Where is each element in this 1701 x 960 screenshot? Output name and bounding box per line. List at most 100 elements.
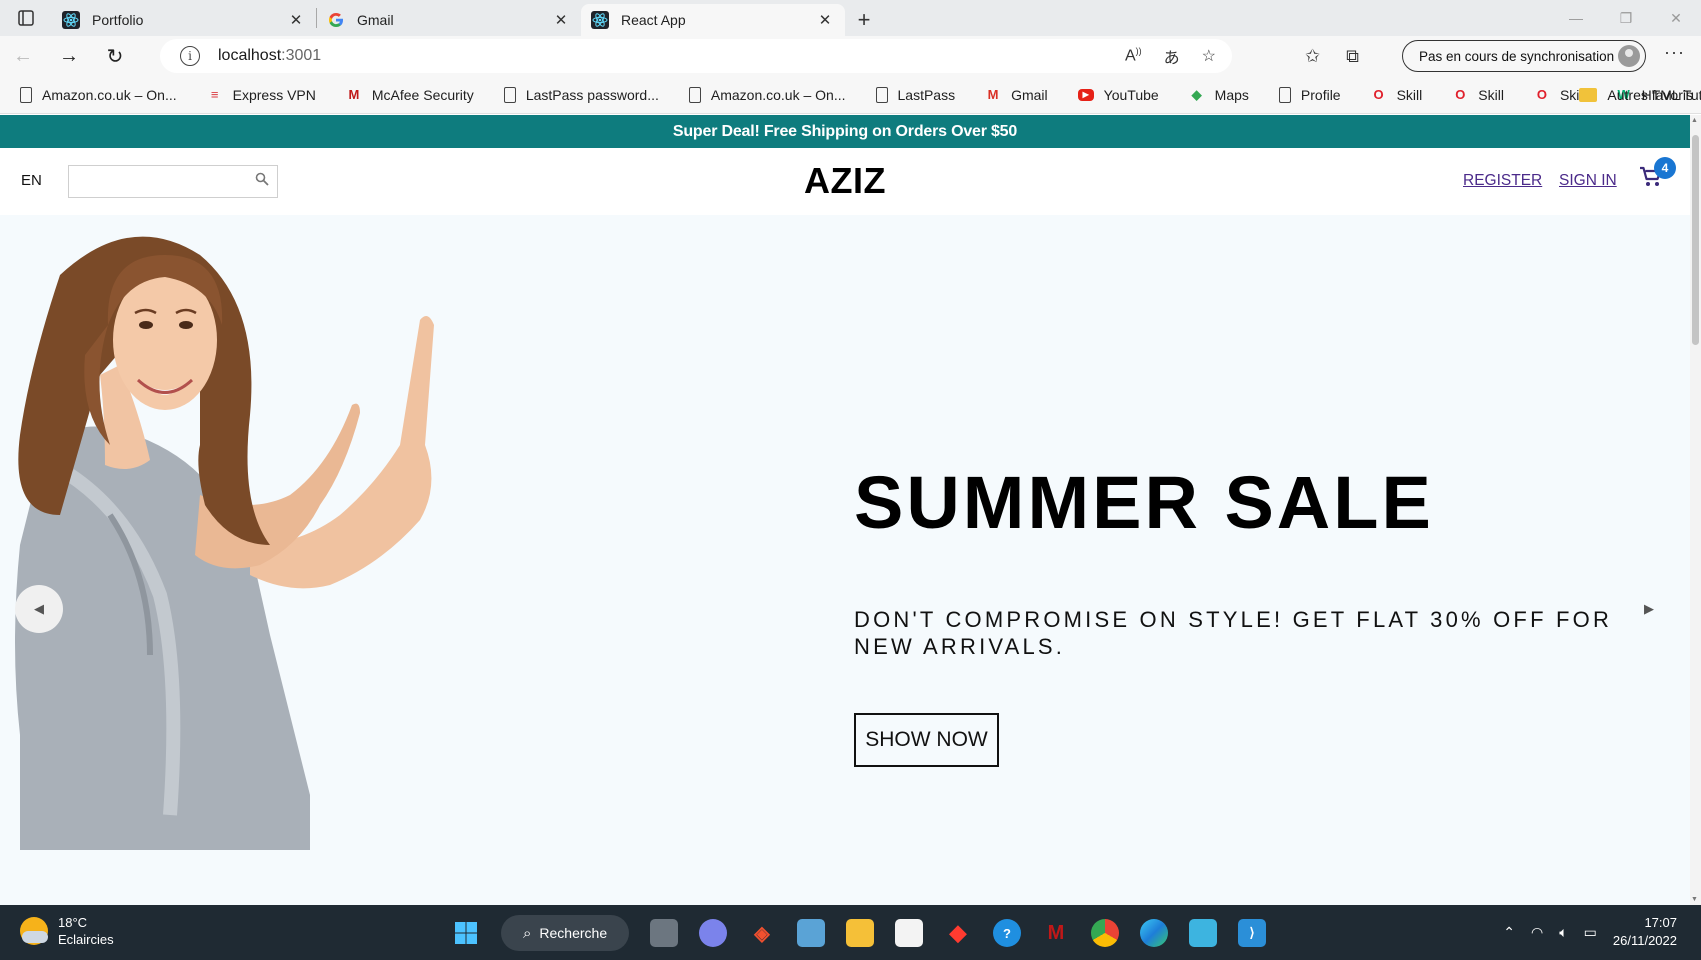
volume-icon[interactable]: 🔈︎: [1559, 924, 1567, 941]
system-tray: ⌃ ◠ 🔈︎ ▭ 17:07 26/11/2022: [1503, 914, 1677, 950]
mcafee-icon[interactable]: M: [1042, 919, 1070, 947]
add-favorite-icon[interactable]: ☆: [1202, 46, 1216, 66]
scroll-up-icon[interactable]: ▲: [1691, 117, 1698, 124]
settings-more-icon[interactable]: ···: [1664, 42, 1685, 63]
address-bar[interactable]: i localhost:3001 A)) あ ☆: [160, 39, 1232, 73]
show-now-button[interactable]: SHOW NOW: [854, 713, 999, 767]
page-icon: [20, 86, 32, 103]
bookmark-item[interactable]: O Skill: [1432, 76, 1514, 114]
notepad-icon[interactable]: [1189, 919, 1217, 947]
bookmark-item[interactable]: M Gmail: [965, 76, 1058, 114]
tab-title: Gmail: [357, 12, 394, 28]
close-tab-icon[interactable]: ✕: [551, 11, 571, 29]
scrollbar-thumb[interactable]: [1692, 135, 1699, 345]
edge-icon[interactable]: [1140, 919, 1168, 947]
skill-icon: O: [1455, 87, 1466, 102]
battery-icon[interactable]: ▭: [1584, 924, 1597, 941]
scroll-down-icon[interactable]: ▼: [1691, 896, 1698, 903]
close-tab-icon[interactable]: ✕: [286, 11, 306, 29]
chrome-icon[interactable]: [1091, 919, 1119, 947]
tab-actions-button[interactable]: [0, 0, 52, 36]
register-link[interactable]: REGISTER: [1463, 172, 1542, 190]
bookmark-item[interactable]: Amazon.co.uk – On...: [669, 76, 856, 114]
hero-title: SUMMER SALE: [854, 461, 1434, 544]
other-favorites-folder[interactable]: Autres favoris: [1579, 76, 1693, 114]
tray-overflow-icon[interactable]: ⌃: [1503, 924, 1515, 941]
teams-chat-icon[interactable]: [699, 919, 727, 947]
signin-link[interactable]: SIGN IN: [1559, 172, 1617, 190]
back-arrow-icon: ←: [13, 44, 33, 67]
read-aloud-icon[interactable]: A)): [1125, 46, 1142, 65]
restore-icon[interactable]: ❐: [1601, 0, 1651, 36]
page-icon: [503, 86, 516, 103]
clock[interactable]: 17:07 26/11/2022: [1613, 914, 1677, 950]
back-button[interactable]: ←: [0, 38, 46, 74]
page-icon: [1278, 86, 1291, 103]
collections-icon[interactable]: ⧉: [1346, 46, 1359, 67]
language-selector[interactable]: EN: [21, 172, 42, 189]
window-controls: — ❐ ✕: [1551, 0, 1701, 36]
weather-widget[interactable]: 18°C Eclaircies: [20, 914, 114, 948]
vscode-icon[interactable]: ⟩: [1238, 919, 1266, 947]
bookmark-item[interactable]: ▶ YouTube: [1058, 76, 1169, 114]
cart-count-badge: 4: [1654, 157, 1676, 179]
bookmark-item[interactable]: ◆ Maps: [1169, 76, 1259, 114]
favorites-icon[interactable]: ✩: [1305, 46, 1320, 67]
photos-icon[interactable]: [797, 919, 825, 947]
skill-icon: O: [1536, 87, 1547, 102]
page-icon: [875, 86, 888, 103]
hero-description: DON'T COMPROMISE ON STYLE! GET FLAT 30% …: [854, 607, 1613, 659]
bookmark-item[interactable]: LastPass: [856, 76, 966, 114]
taskbar-search[interactable]: ⌕ Recherche: [501, 915, 629, 951]
bookmark-item[interactable]: LastPass password...: [484, 76, 669, 114]
cart-button[interactable]: 4: [1638, 157, 1676, 194]
bookmarks-bar: Amazon.co.uk – On... ≡ Express VPN M McAfe…: [0, 76, 1701, 114]
search-icon[interactable]: [255, 172, 269, 190]
tab-portfolio[interactable]: Portfolio ✕: [52, 4, 316, 36]
git-icon[interactable]: ◈: [748, 919, 776, 947]
windows-start-icon[interactable]: [452, 919, 480, 947]
reload-icon: ↻: [106, 45, 124, 68]
address-bar-actions: A)) あ ☆: [1125, 39, 1216, 73]
close-window-icon[interactable]: ✕: [1651, 0, 1701, 36]
react-icon: [62, 11, 80, 29]
react-icon: [591, 11, 609, 29]
task-view-icon[interactable]: [650, 919, 678, 947]
gmail-icon: M: [987, 87, 999, 102]
taskbar-apps: ⌕ Recherche ◈ ◆ ? M ⟩: [452, 913, 1266, 953]
site-navbar: EN AZIZ REGISTER SIGN IN 4: [0, 148, 1690, 215]
wifi-icon[interactable]: ◠: [1531, 924, 1543, 941]
search-input[interactable]: [73, 166, 248, 195]
translate-icon[interactable]: あ: [1164, 44, 1180, 68]
help-icon[interactable]: ?: [993, 919, 1021, 947]
app-diamond-icon[interactable]: ◆: [944, 919, 972, 947]
bookmark-item[interactable]: Profile: [1259, 76, 1351, 114]
forward-button[interactable]: →: [46, 38, 92, 74]
tab-react-app[interactable]: React App ✕: [581, 4, 845, 36]
address-url: localhost:3001: [218, 47, 322, 64]
youtube-icon: ▶: [1077, 88, 1094, 101]
reload-button[interactable]: ↻: [92, 38, 138, 74]
close-tab-icon[interactable]: ✕: [815, 11, 835, 29]
clock-time: 17:07: [1644, 915, 1677, 930]
bookmark-item[interactable]: ≡ Express VPN: [187, 76, 326, 114]
page-scrollbar[interactable]: ▲ ▼: [1690, 115, 1701, 905]
mcafee-icon: M: [348, 87, 360, 102]
site-info-icon[interactable]: i: [180, 46, 200, 66]
bookmark-item[interactable]: M McAfee Security: [326, 76, 484, 114]
toolbar-icons: ✩ ⧉: [1305, 36, 1359, 76]
new-tab-button[interactable]: +: [845, 4, 883, 36]
tab-gmail[interactable]: Gmail ✕: [317, 4, 581, 36]
weather-temp: 18°C: [58, 915, 88, 930]
tab-title: React App: [621, 12, 686, 28]
slider-prev-button[interactable]: ◀: [15, 585, 63, 633]
bookmark-item[interactable]: Amazon.co.uk – On...: [0, 76, 187, 114]
file-explorer-icon[interactable]: [846, 919, 874, 947]
bookmark-item[interactable]: O Skill: [1351, 76, 1433, 114]
microsoft-store-icon[interactable]: [895, 919, 923, 947]
folder-icon: [1579, 88, 1598, 102]
profile-sync-button[interactable]: Pas en cours de synchronisation: [1402, 40, 1646, 72]
browser-tab-strip: Portfolio ✕ Gmail ✕ React App ✕ + — ❐ ✕: [0, 0, 1701, 36]
minimize-icon[interactable]: —: [1551, 0, 1601, 36]
chevron-left-icon: ◀: [34, 601, 44, 616]
